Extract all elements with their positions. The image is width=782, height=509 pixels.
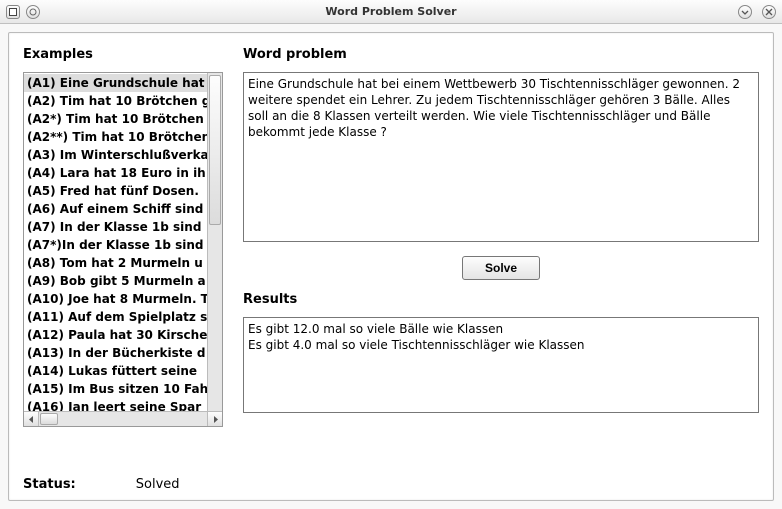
list-item[interactable]: (A3) Im Winterschlußverka (24, 146, 207, 164)
horizontal-scrollbar[interactable] (24, 411, 222, 426)
list-item[interactable]: (A9) Bob gibt 5 Murmeln a (24, 272, 207, 290)
list-item[interactable]: (A1) Eine Grundschule hat (24, 74, 207, 92)
list-item[interactable]: (A16) Jan leert seine Spar (24, 398, 207, 411)
window-menu-icon[interactable] (6, 5, 20, 19)
status-label: Status: (23, 477, 76, 492)
list-item[interactable]: (A7*)In der Klasse 1b sind (24, 236, 207, 254)
list-item[interactable]: (A2**) Tim hat 10 Brötchen (24, 128, 207, 146)
problem-label: Word problem (243, 47, 759, 62)
list-item[interactable]: (A15) Im Bus sitzen 10 Fah (24, 380, 207, 398)
close-icon[interactable] (762, 5, 776, 19)
list-item[interactable]: (A2) Tim hat 10 Brötchen g (24, 92, 207, 110)
main-frame: Examples (A1) Eine Grundschule hat(A2) T… (8, 32, 774, 501)
list-item[interactable]: (A4) Lara hat 18 Euro in ih (24, 164, 207, 182)
list-item[interactable]: (A2*) Tim hat 10 Brötchen (24, 110, 207, 128)
list-item[interactable]: (A13) In der Bücherkiste d (24, 344, 207, 362)
scroll-left-icon[interactable] (24, 412, 39, 426)
scroll-right-icon[interactable] (207, 412, 222, 426)
problem-textarea[interactable]: Eine Grundschule hat bei einem Wettbewer… (243, 72, 759, 242)
results-label: Results (243, 292, 759, 307)
list-item[interactable]: (A5) Fred hat fünf Dosen. (24, 182, 207, 200)
list-item[interactable]: (A8) Tom hat 2 Murmeln u (24, 254, 207, 272)
vertical-scrollbar[interactable] (207, 73, 222, 411)
status-bar: Status: Solved (23, 477, 180, 492)
window-control-icon[interactable] (26, 5, 40, 19)
solve-button[interactable]: Solve (462, 256, 540, 280)
list-item[interactable]: (A10) Joe hat 8 Murmeln. T (24, 290, 207, 308)
status-value: Solved (136, 477, 180, 492)
results-textarea[interactable]: Es gibt 12.0 mal so viele Bälle wie Klas… (243, 317, 759, 413)
minimize-icon[interactable] (738, 5, 752, 19)
window-titlebar: Word Problem Solver (0, 0, 782, 24)
list-item[interactable]: (A6) Auf einem Schiff sind (24, 200, 207, 218)
list-item[interactable]: (A12) Paula hat 30 Kirsche (24, 326, 207, 344)
window-title: Word Problem Solver (0, 5, 782, 18)
examples-label: Examples (23, 47, 223, 62)
list-item[interactable]: (A11) Auf dem Spielplatz s (24, 308, 207, 326)
examples-listbox[interactable]: (A1) Eine Grundschule hat(A2) Tim hat 10… (23, 72, 223, 427)
list-item[interactable]: (A7) In der Klasse 1b sind (24, 218, 207, 236)
list-item[interactable]: (A14) Lukas füttert seine (24, 362, 207, 380)
result-line: Es gibt 12.0 mal so viele Bälle wie Klas… (248, 321, 754, 337)
result-line: Es gibt 4.0 mal so viele Tischtennisschl… (248, 337, 754, 353)
